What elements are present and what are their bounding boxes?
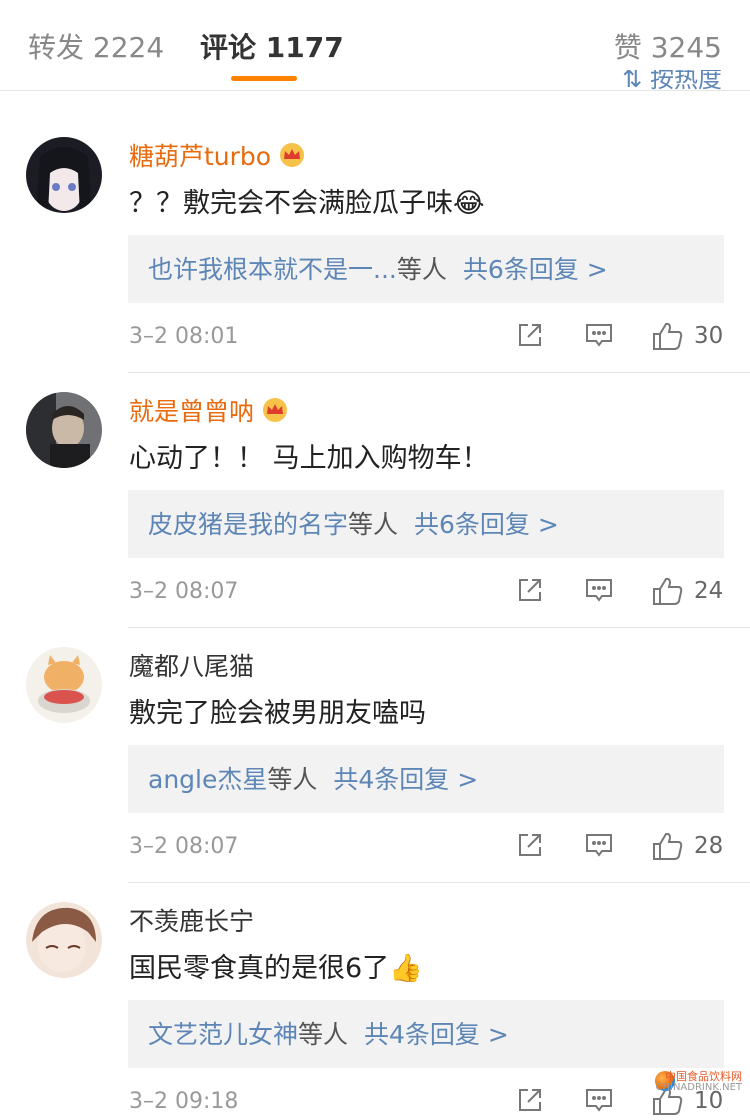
sort-icon: ⇅: [622, 70, 643, 93]
sort-label: 按热度: [650, 70, 722, 93]
username[interactable]: 魔都八尾猫: [129, 647, 254, 683]
watermark-sub: CHINADRINK.NET: [655, 1082, 743, 1093]
thumbs-up-icon[interactable]: [652, 576, 684, 610]
share-icon[interactable]: [516, 1086, 544, 1118]
reply-user[interactable]: angle杰星: [148, 765, 267, 794]
comment-text: 国民零食真的是很6了👍: [129, 953, 423, 984]
comment-icon[interactable]: [584, 1086, 614, 1118]
share-icon[interactable]: [516, 576, 544, 608]
comment-time: 3–2 08:07: [129, 579, 239, 604]
reply-user[interactable]: 皮皮猪是我的名字: [148, 510, 348, 539]
tab-repost[interactable]: 转发 2224: [28, 26, 164, 66]
reply-total[interactable]: 共6条回复 >: [463, 255, 608, 284]
tab-comments[interactable]: 评论 1177: [200, 26, 344, 66]
comment-icon[interactable]: [584, 576, 614, 608]
share-icon[interactable]: [516, 321, 544, 353]
thumbs-up-icon[interactable]: [652, 321, 684, 355]
avatar[interactable]: [26, 647, 102, 723]
divider: [128, 372, 750, 373]
watermark: 中国食品饮料网 CHINADRINK.NET: [656, 1071, 743, 1093]
comment-time: 3–2 09:18: [129, 1089, 239, 1114]
reply-etc: 等人: [267, 765, 318, 794]
comment-text: ？？敷完会不会满脸瓜子味😂: [129, 188, 485, 219]
comment-icon[interactable]: [584, 321, 614, 353]
comment-time: 3–2 08:07: [129, 834, 239, 859]
username[interactable]: 就是曾曾呐: [129, 392, 290, 429]
like-count: 24: [694, 578, 724, 604]
divider: [128, 627, 750, 628]
share-icon[interactable]: [516, 831, 544, 863]
thumbs-up-icon[interactable]: [652, 831, 684, 865]
reply-preview[interactable]: 也许我根本就不是一...等人 共6条回复 >: [128, 235, 724, 303]
reply-preview[interactable]: angle杰星等人 共4条回复 >: [128, 745, 724, 813]
divider: [128, 882, 750, 883]
like-count: 30: [694, 323, 724, 349]
laughing-emoji-icon: 😂: [453, 188, 485, 219]
reply-preview[interactable]: 皮皮猪是我的名字等人 共6条回复 >: [128, 490, 724, 558]
sort-toggle[interactable]: ⇅ 按热度: [622, 70, 722, 98]
reply-user[interactable]: 文艺范儿女神: [148, 1020, 298, 1049]
reply-etc: 等人: [348, 510, 399, 539]
reply-total[interactable]: 共4条回复 >: [333, 765, 478, 794]
username[interactable]: 糖葫芦turbo: [129, 137, 307, 174]
avatar[interactable]: [26, 137, 102, 213]
vip-crown-icon: [260, 397, 290, 429]
comment-text: 敷完了脸会被男朋友嗑吗: [129, 698, 426, 729]
active-tab-indicator: [231, 76, 297, 81]
tab-likes[interactable]: 赞 3245: [614, 26, 722, 66]
comment-icon[interactable]: [584, 831, 614, 863]
watermark-main: 中国食品饮料网: [665, 1070, 742, 1083]
like-count: 28: [694, 833, 724, 859]
comment-time: 3–2 08:01: [129, 324, 239, 349]
reply-user[interactable]: 也许我根本就不是一...: [148, 255, 397, 284]
reply-total[interactable]: 共6条回复 >: [414, 510, 559, 539]
avatar[interactable]: [26, 392, 102, 468]
username[interactable]: 不羡鹿长宁: [129, 902, 254, 938]
thumbs-up-emoji-icon: 👍: [389, 953, 423, 984]
reply-total[interactable]: 共4条回复 >: [364, 1020, 509, 1049]
reply-etc: 等人: [396, 255, 447, 284]
avatar[interactable]: [26, 902, 102, 978]
vip-crown-icon: [277, 142, 307, 174]
reply-preview[interactable]: 文艺范儿女神等人 共4条回复 >: [128, 1000, 724, 1068]
reply-etc: 等人: [298, 1020, 349, 1049]
comment-text: 心动了！！ 马上加入购物车！: [129, 443, 489, 474]
